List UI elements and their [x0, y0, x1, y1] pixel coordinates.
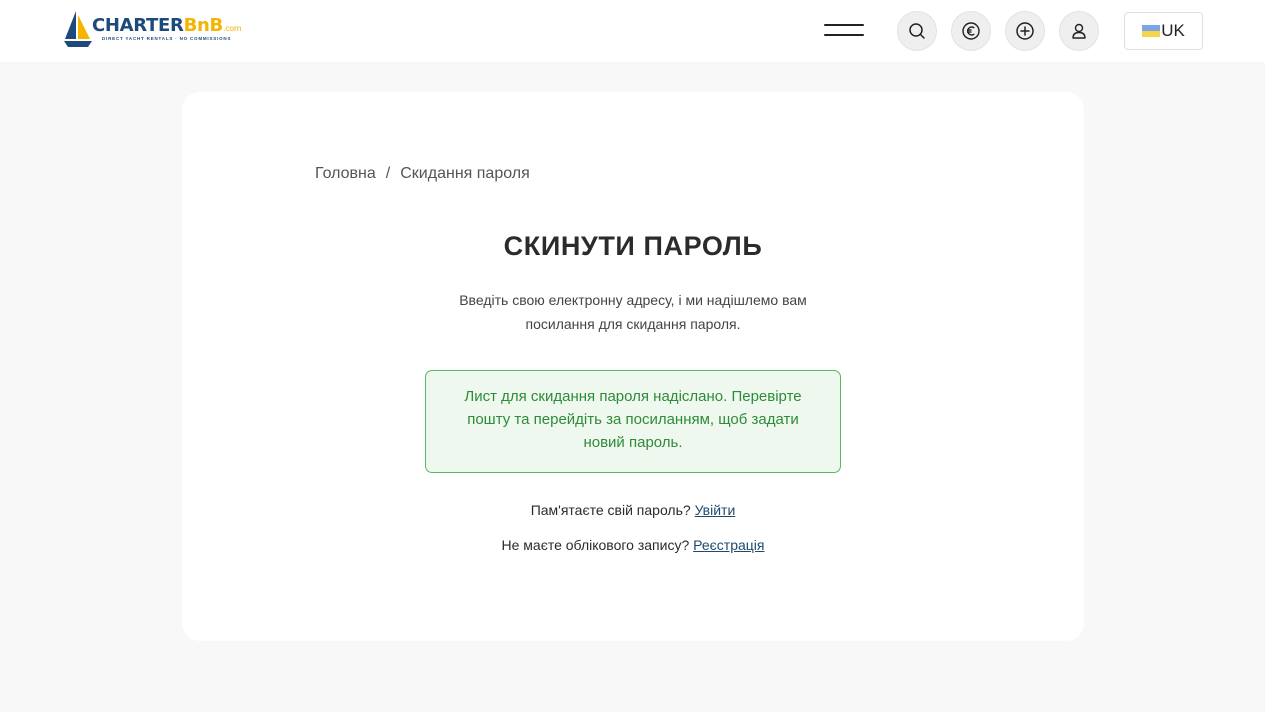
breadcrumb-current: Скидання пароля	[400, 165, 530, 182]
user-icon	[1072, 23, 1086, 39]
page-subtitle: Введіть свою електронну адресу, і ми над…	[459, 292, 807, 332]
euro-icon	[962, 22, 980, 40]
success-alert: Лист для скидання пароля надіслано. Пере…	[425, 370, 841, 473]
remember-password-text: Пам'ятаєте свій пароль?	[530, 502, 691, 518]
account-button[interactable]	[1059, 11, 1099, 51]
site-header: CHARTERBnB.com DIRECT YACHT RENTALS · NO…	[0, 0, 1265, 62]
no-account-row: Не маєте облікового запису? Реєстрація	[182, 537, 1084, 553]
plus-circle-icon	[1016, 22, 1034, 40]
breadcrumb: Головна / Скидання пароля	[315, 165, 530, 183]
breadcrumb-separator: /	[385, 165, 391, 182]
search-icon	[909, 23, 925, 39]
language-label: UK	[1161, 21, 1185, 40]
sailboat-icon	[64, 11, 92, 47]
logo-tagline: DIRECT YACHT RENTALS · NO COMMISSIONS	[102, 36, 232, 41]
menu-button[interactable]	[822, 20, 866, 42]
reset-password-card: Головна / Скидання пароля СКИНУТИ ПАРОЛЬ В…	[182, 92, 1084, 641]
add-listing-button[interactable]	[1005, 11, 1045, 51]
login-link[interactable]: Увійти	[695, 502, 736, 518]
flag-ukraine-icon	[1142, 25, 1161, 37]
remember-password-row: Пам'ятаєте свій пароль? Увійти	[182, 502, 1084, 518]
menu-icon	[824, 24, 864, 26]
currency-button[interactable]	[951, 11, 991, 51]
breadcrumb-home-link[interactable]: Головна	[315, 165, 376, 182]
language-selector[interactable]: UK	[1124, 12, 1203, 50]
search-button[interactable]	[897, 11, 937, 51]
charterbnb-logo[interactable]: CHARTERBnB.com DIRECT YACHT RENTALS · NO…	[62, 9, 252, 51]
no-account-text: Не маєте облікового запису?	[501, 537, 690, 553]
flag-yellow-stripe	[1142, 31, 1161, 37]
page-title: СКИНУТИ ПАРОЛЬ	[503, 231, 763, 261]
register-link[interactable]: Реєстрація	[693, 537, 764, 553]
menu-icon-line	[824, 34, 864, 36]
